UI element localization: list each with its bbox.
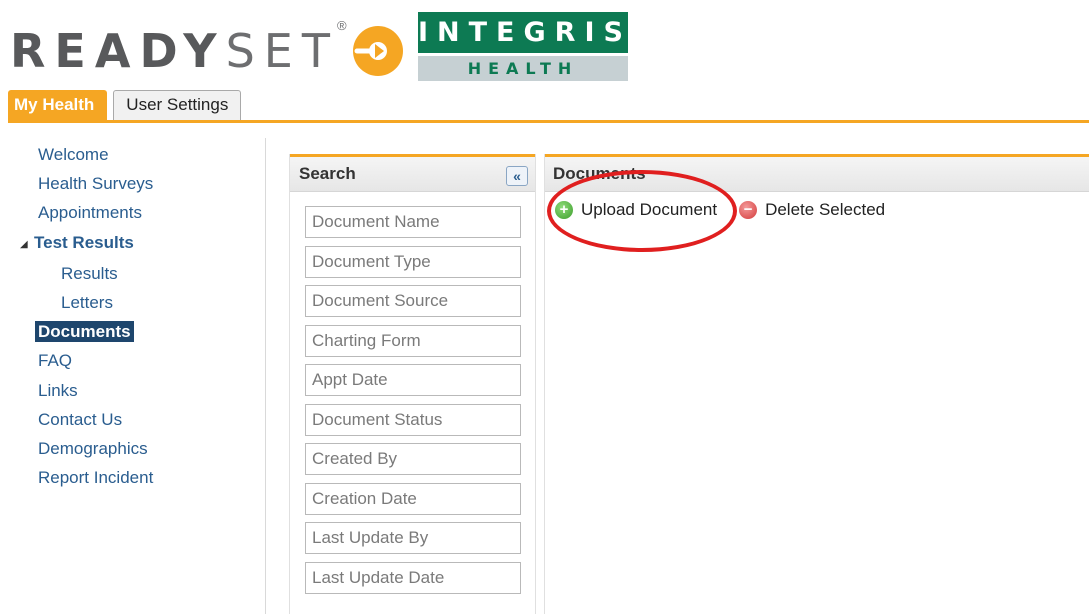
upload-document-button[interactable]: + Upload Document [555, 200, 717, 220]
documents-panel-title: Documents [553, 164, 646, 183]
document-source-input[interactable] [305, 285, 521, 317]
nav-item-demographics[interactable]: Demographics [18, 434, 238, 463]
readyset-logo-text-light: SET [225, 24, 339, 78]
search-panel-title: Search [299, 164, 356, 183]
upload-document-label: Upload Document [581, 200, 718, 219]
nav-item-welcome[interactable]: Welcome [18, 140, 238, 169]
readyset-arrow-icon [353, 26, 403, 76]
creation-date-input[interactable] [305, 482, 521, 515]
last-update-date-input[interactable] [305, 561, 521, 594]
appt-date-input[interactable] [305, 364, 521, 396]
readyset-logo-text-bold: READY [10, 24, 226, 78]
search-panel: Search « [289, 154, 536, 614]
delete-selected-label: Delete Selected [765, 200, 886, 219]
integris-logo-top: INTEGRIS [418, 12, 628, 53]
double-chevron-left-icon[interactable]: « [506, 166, 528, 186]
tab-user-settings[interactable]: User Settings [113, 90, 242, 120]
nav-item-test-results[interactable]: ◢ Test Results [18, 228, 238, 259]
nav-item-contact-us[interactable]: Contact Us [18, 405, 238, 434]
last-update-by-input[interactable] [305, 522, 521, 554]
charting-form-input[interactable] [305, 324, 521, 357]
nav-divider [265, 138, 266, 614]
registered-mark: ® [337, 18, 347, 33]
nav-item-links[interactable]: Links [18, 376, 238, 405]
expand-triangle-icon[interactable]: ◢ [18, 230, 34, 259]
tab-my-health[interactable]: My Health [8, 90, 108, 120]
integris-logo-bottom: HEALTH [418, 56, 628, 81]
documents-toolbar: + Upload Document − Delete Selected [555, 200, 907, 220]
nav-item-results[interactable]: Results [18, 259, 238, 288]
minus-circle-icon: − [739, 201, 758, 219]
nav-item-health-surveys[interactable]: Health Surveys [18, 169, 238, 198]
documents-panel: Documents + Upload Document − Delete Sel… [544, 154, 1089, 614]
nav-item-letters[interactable]: Letters [18, 288, 238, 317]
delete-selected-button[interactable]: − Delete Selected [739, 200, 885, 220]
integris-health-logo: INTEGRIS HEALTH [418, 12, 628, 81]
tab-bar-underline [8, 120, 1089, 123]
documents-panel-header: Documents [545, 154, 1089, 192]
document-status-input[interactable] [305, 403, 521, 436]
left-navigation: Welcome Health Surveys Appointments ◢ Tes… [18, 140, 238, 492]
plus-circle-icon: + [555, 201, 573, 219]
top-tabs: My Health User Settings [8, 90, 242, 120]
nav-item-faq[interactable]: FAQ [18, 346, 238, 375]
readyset-logo: READYSET ® [10, 18, 403, 78]
document-type-input[interactable] [305, 245, 521, 278]
nav-item-report-incident[interactable]: Report Incident [18, 463, 238, 492]
nav-item-appointments[interactable]: Appointments [18, 198, 238, 227]
search-panel-header: Search « [290, 154, 535, 192]
nav-item-documents-label: Documents [35, 321, 134, 343]
nav-item-documents[interactable]: Documents [18, 317, 238, 346]
created-by-input[interactable] [305, 443, 521, 475]
document-name-input[interactable] [305, 206, 521, 238]
nav-item-test-results-label: Test Results [34, 232, 134, 252]
search-fields [305, 206, 521, 601]
